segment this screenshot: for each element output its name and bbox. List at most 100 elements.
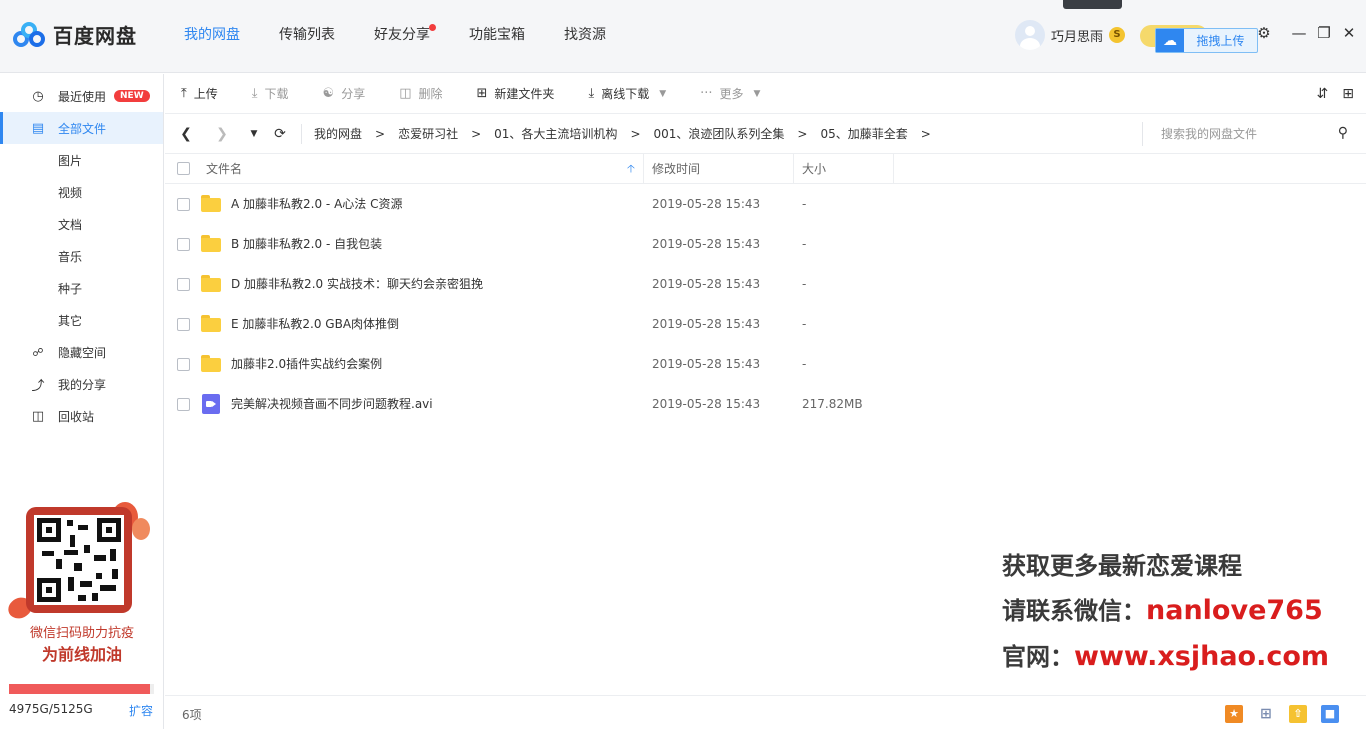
sidebar-item-my-shares[interactable]: ⤴ 我的分享 xyxy=(0,368,163,400)
share-button[interactable]: ☯ 分享 xyxy=(323,85,366,102)
column-divider[interactable] xyxy=(893,154,894,184)
medal-icon[interactable]: ★ xyxy=(1225,705,1243,723)
divider xyxy=(301,123,302,144)
restore-icon[interactable]: ❐ xyxy=(1315,24,1333,42)
expand-storage-link[interactable]: 扩容 xyxy=(129,702,153,719)
qr-code[interactable] xyxy=(34,515,124,605)
username[interactable]: 巧月思雨 xyxy=(1051,26,1103,45)
sidebar-item-recent[interactable]: ◷ 最近使用 NEW xyxy=(0,80,163,112)
lock-icon[interactable]: ■ xyxy=(1321,705,1339,723)
file-row[interactable]: D 加藤非私教2.0 实战技术：聊天约会亲密狙挽 2019-05-28 15:4… xyxy=(165,264,1366,304)
sidebar-item-hidden-space[interactable]: ☍ 隐藏空间 xyxy=(0,336,163,368)
delete-button[interactable]: ◫ 删除 xyxy=(399,85,442,102)
nav-find-resources[interactable]: 找资源 xyxy=(564,0,606,73)
search-input[interactable] xyxy=(1161,127,1321,141)
breadcrumb-item[interactable]: 我的网盘 xyxy=(314,125,362,142)
sidebar-item-all-files[interactable]: ▤ 全部文件 xyxy=(0,112,163,144)
grid-view-icon[interactable]: ⊞ xyxy=(1342,86,1354,102)
minimize-icon[interactable]: — xyxy=(1290,24,1308,42)
column-size[interactable]: 大小 xyxy=(802,154,826,184)
file-modified: 2019-05-28 15:43 xyxy=(652,237,761,251)
row-checkbox[interactable] xyxy=(177,358,190,371)
file-name[interactable]: E 加藤非私教2.0 GBA肉体推倒 xyxy=(231,304,399,344)
baidu-netdisk-logo-icon xyxy=(13,21,45,48)
back-arrow-icon[interactable]: ❮ xyxy=(175,126,197,142)
drag-upload-button[interactable]: ☁ 拖拽上传 xyxy=(1155,28,1258,53)
row-checkbox[interactable] xyxy=(177,398,190,411)
avatar[interactable] xyxy=(1015,20,1045,50)
file-row[interactable]: 加藤非2.0插件实战约会案例 2019-05-28 15:43 - xyxy=(165,344,1366,384)
breadcrumb-item[interactable]: 恋爱研习社 xyxy=(398,125,458,142)
upload-button[interactable]: ⤒ 上传 xyxy=(181,85,218,102)
offline-download-button[interactable]: ⤓ 离线下载 ▼ xyxy=(588,85,666,102)
sidebar-item-music[interactable]: 音乐 xyxy=(0,240,163,272)
folder-icon xyxy=(201,275,221,292)
file-name[interactable]: 完美解决视频音画不同步问题教程.avi xyxy=(231,384,433,424)
file-row[interactable]: E 加藤非私教2.0 GBA肉体推倒 2019-05-28 15:43 - xyxy=(165,304,1366,344)
user-profile[interactable]: 巧月思雨 S xyxy=(1015,20,1126,50)
sidebar-item-recycle-bin[interactable]: ◫ 回收站 xyxy=(0,400,163,432)
breadcrumb-separator[interactable]: > xyxy=(921,127,931,141)
download-button[interactable]: ⤓ 下载 xyxy=(252,85,289,102)
offline-download-icon: ⤓ xyxy=(588,86,595,101)
sidebar-item-torrents[interactable]: 种子 xyxy=(0,272,163,304)
breadcrumb: 我的网盘 > 恋爱研习社 > 01、各大主流培训机构 > 001、浪迹团队系列全… xyxy=(314,125,944,142)
settings-gear-icon[interactable]: ⚙ xyxy=(1255,24,1273,42)
breadcrumb-item[interactable]: 01、各大主流培训机构 xyxy=(494,125,617,142)
sort-icon[interactable]: ⇵ xyxy=(1317,86,1329,102)
column-divider[interactable] xyxy=(643,154,644,184)
sidebar-item-documents[interactable]: 文档 xyxy=(0,208,163,240)
window-grip[interactable] xyxy=(1063,0,1122,9)
sort-ascending-icon[interactable]: 🡡 xyxy=(627,154,635,184)
file-row[interactable]: 完美解决视频音画不同步问题教程.avi 2019-05-28 15:43 217… xyxy=(165,384,1366,424)
row-checkbox[interactable] xyxy=(177,318,190,331)
file-name[interactable]: B 加藤非私教2.0 - 自我包装 xyxy=(231,224,382,264)
refresh-icon[interactable]: ⟳ xyxy=(269,126,291,142)
upload-icon: ⤒ xyxy=(181,86,187,101)
file-modified: 2019-05-28 15:43 xyxy=(652,357,761,371)
nav-toolbox[interactable]: 功能宝箱 xyxy=(469,0,525,73)
forward-arrow-icon[interactable]: ❯ xyxy=(211,126,233,142)
file-modified: 2019-05-28 15:43 xyxy=(652,277,761,291)
watermark-line-2: 请联系微信：nanlove765 xyxy=(1002,595,1323,626)
file-size: 217.82MB xyxy=(802,397,863,411)
file-size: - xyxy=(802,237,807,251)
new-folder-button[interactable]: ⊞ 新建文件夹 xyxy=(477,85,555,102)
column-divider[interactable] xyxy=(793,154,794,184)
nav-transfer-list[interactable]: 传输列表 xyxy=(279,0,335,73)
search-icon[interactable]: ⚲ xyxy=(1338,125,1348,141)
nav-friend-share[interactable]: 好友分享 xyxy=(374,0,436,73)
caret-down-icon[interactable]: ▼ xyxy=(659,89,666,99)
promo-banner[interactable]: 微信扫码助力抗疫 为前线加油 xyxy=(4,502,156,667)
more-button[interactable]: ··· 更多 ▼ xyxy=(700,85,760,102)
breadcrumb-item[interactable]: 001、浪迹团队系列全集 xyxy=(654,125,785,142)
app-name: 百度网盘 xyxy=(53,24,137,48)
nav-my-disk[interactable]: 我的网盘 xyxy=(184,0,240,73)
cloud-icon: ☁ xyxy=(1156,29,1184,52)
row-checkbox[interactable] xyxy=(177,278,190,291)
row-checkbox[interactable] xyxy=(177,238,190,251)
file-row[interactable]: B 加藤非私教2.0 - 自我包装 2019-05-28 15:43 - xyxy=(165,224,1366,264)
vip-coin-icon[interactable]: S xyxy=(1109,27,1126,43)
sidebar-item-images[interactable]: 图片 xyxy=(0,144,163,176)
share-icon: ☯ xyxy=(322,86,335,101)
sidebar-item-other[interactable]: 其它 xyxy=(0,304,163,336)
breadcrumb-item[interactable]: 05、加藤菲全套 xyxy=(820,125,907,142)
file-name[interactable]: A 加藤非私教2.0 - A心法 C资源 xyxy=(231,184,402,224)
file-row[interactable]: A 加藤非私教2.0 - A心法 C资源 2019-05-28 15:43 - xyxy=(165,184,1366,224)
promo-line-1: 微信扫码助力抗疫 xyxy=(29,626,134,641)
file-name[interactable]: D 加藤非私教2.0 实战技术：聊天约会亲密狙挽 xyxy=(231,264,483,304)
apps-grid-icon[interactable]: ⊞ xyxy=(1257,705,1275,723)
select-all-checkbox[interactable] xyxy=(177,162,190,175)
sidebar-item-videos[interactable]: 视频 xyxy=(0,176,163,208)
file-name[interactable]: 加藤非2.0插件实战约会案例 xyxy=(231,344,382,384)
column-name[interactable]: 文件名 xyxy=(206,154,242,184)
column-modified[interactable]: 修改时间 xyxy=(652,154,700,184)
sidebar-item-label: 我的分享 xyxy=(58,377,107,392)
row-checkbox[interactable] xyxy=(177,198,190,211)
upload-box-icon[interactable]: ⇧ xyxy=(1289,705,1307,723)
caret-down-icon[interactable]: ▼ xyxy=(754,89,761,99)
history-dropdown-icon[interactable]: ▼ xyxy=(243,129,265,139)
close-icon[interactable]: ✕ xyxy=(1340,24,1358,42)
title-bar: 百度网盘 我的网盘 传输列表 好友分享 功能宝箱 找资源 巧月思雨 S ☁ 拖拽… xyxy=(0,0,1366,73)
